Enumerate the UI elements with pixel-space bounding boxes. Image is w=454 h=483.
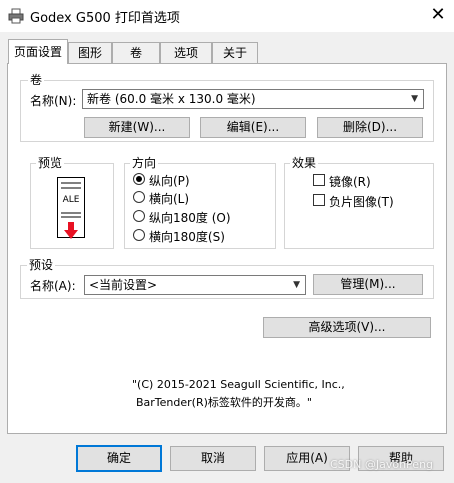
stock-name-label: 名称(N): [30,94,77,108]
radio-icon [133,191,145,203]
new-stock-button[interactable]: 新建(W)... [84,117,190,138]
preset-group-title: 预设 [27,258,56,272]
orientation-landscape-180[interactable]: 横向180度(S) [133,228,273,244]
chevron-down-icon: ▼ [411,94,418,104]
chevron-down-icon: ▼ [293,280,300,290]
orientation-portrait-180-label: 纵向180度 (O) [149,211,231,225]
orientation-portrait-label: 纵向(P) [149,174,190,188]
copyright-line-2: BarTender(R)标签软件的开发商。" [136,396,312,409]
window-title: Godex G500 打印首选项 [30,11,180,26]
orientation-landscape-180-label: 横向180度(S) [149,230,225,244]
radio-icon [133,229,145,241]
cancel-button[interactable]: 取消 [170,446,256,471]
copyright-line-1: "(C) 2015-2021 Seagull Scientific, Inc., [132,378,345,391]
orientation-landscape[interactable]: 横向(L) [133,190,253,206]
tab-page-setup[interactable]: 页面设置 [8,39,68,64]
stock-name-dropdown[interactable]: 新卷 (60.0 毫米 x 130.0 毫米) ▼ [82,89,424,109]
close-button[interactable]: ✕ [424,2,452,28]
tab-options[interactable]: 选项 [160,42,212,63]
delete-stock-button[interactable]: 删除(D)... [317,117,423,138]
preset-value: <当前设置> [89,278,158,292]
preset-dropdown[interactable]: <当前设置> ▼ [84,275,306,295]
manage-preset-button[interactable]: 管理(M)... [313,274,423,295]
orientation-portrait[interactable]: 纵向(P) [133,172,253,188]
tab-stock[interactable]: 卷 [112,42,160,63]
printer-icon [8,8,24,24]
negative-label: 负片图像(T) [329,195,394,209]
checkbox-icon [313,174,325,186]
radio-icon [133,210,145,222]
watermark: CSDN @JavonPeng [330,458,434,471]
negative-checkbox[interactable]: 负片图像(T) [313,193,423,209]
stock-group-title: 卷 [28,73,45,87]
stock-name-value: 新卷 (60.0 毫米 x 130.0 毫米) [87,92,256,106]
orientation-portrait-180[interactable]: 纵向180度 (O) [133,209,273,225]
radio-selected-icon [133,173,145,185]
preset-name-label: 名称(A): [30,279,76,293]
title-bar: Godex G500 打印首选项 ✕ [0,0,454,32]
ok-button[interactable]: 确定 [76,445,162,472]
tab-about[interactable]: 关于 [212,42,258,63]
orientation-group-title: 方向 [130,156,159,170]
preview-label-text: ALE [62,195,80,205]
effects-group-title: 效果 [290,156,319,170]
edit-stock-button[interactable]: 编辑(E)... [200,117,306,138]
advanced-options-button[interactable]: 高级选项(V)... [263,317,431,338]
checkbox-icon [313,194,325,206]
preview-group-title: 预览 [36,156,65,170]
feed-arrow-icon [64,222,78,240]
mirror-checkbox[interactable]: 镜像(R) [313,173,423,189]
orientation-landscape-label: 横向(L) [149,192,190,206]
tab-graphics[interactable]: 图形 [68,42,112,63]
mirror-label: 镜像(R) [329,175,371,189]
